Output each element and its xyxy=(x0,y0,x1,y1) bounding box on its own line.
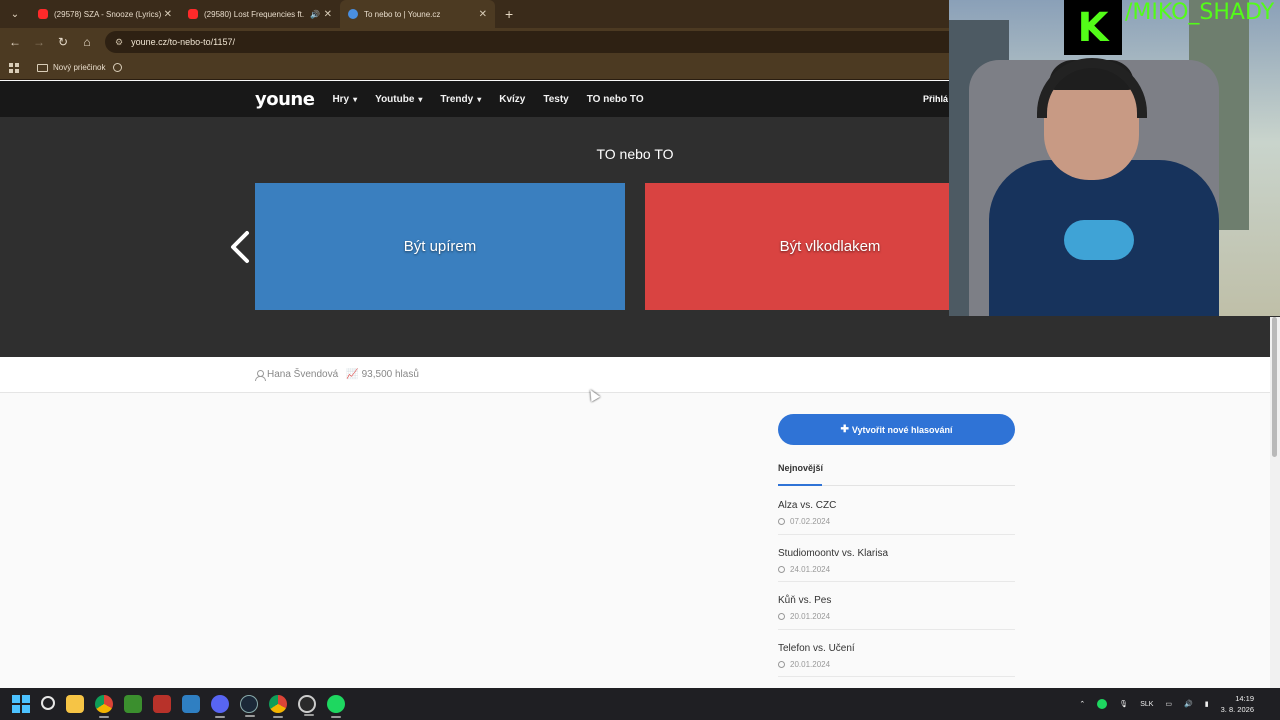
list-item-date: 07.02.2024 xyxy=(790,517,831,526)
list-item-date: 20.01.2024 xyxy=(790,612,831,621)
close-tab-icon[interactable]: ✕ xyxy=(479,9,487,20)
spotify-tray-icon[interactable] xyxy=(1097,699,1108,709)
webcam-overlay: K /MIKO_SHADY xyxy=(949,0,1280,316)
forward-arrow-icon[interactable]: → xyxy=(27,35,51,49)
list-item[interactable]: Telefon vs. Učení 20.01.2024 xyxy=(778,630,1015,677)
apps-grid-icon[interactable] xyxy=(9,62,19,73)
home-icon[interactable]: ⌂ xyxy=(75,35,99,49)
clock-icon xyxy=(778,613,785,620)
obs-icon[interactable] xyxy=(298,695,316,716)
scrollbar-thumb[interactable] xyxy=(1272,317,1277,457)
list-item-title[interactable]: Alza vs. CZC xyxy=(778,500,1015,511)
url-text: youne.cz/to-nebo-to/1157/ xyxy=(131,37,235,47)
clock-time: 14:19 xyxy=(1235,694,1254,703)
list-item-title[interactable]: Kůň vs. Pes xyxy=(778,595,1015,606)
nav-item-kvizy[interactable]: Kvízy xyxy=(499,94,525,105)
nav-item-youtube[interactable]: Youtube ▾ xyxy=(375,94,422,105)
clock-icon xyxy=(778,660,785,668)
trend-chart-icon: 📈 xyxy=(346,369,359,380)
list-item[interactable]: Kůň vs. Pes 20.01.2024 xyxy=(778,582,1015,630)
photos-app-icon[interactable] xyxy=(182,695,200,713)
folder-icon xyxy=(37,63,48,72)
clock[interactable]: 14:19 3. 8. 2026 xyxy=(1221,693,1254,715)
nav-item-hry[interactable]: Hry ▾ xyxy=(332,94,357,105)
youne-icon xyxy=(348,9,358,19)
site-settings-icon[interactable]: ⚙ xyxy=(115,37,123,48)
chevron-down-icon: ▾ xyxy=(418,94,423,104)
chevron-down-icon: ▾ xyxy=(477,94,482,104)
clock-icon xyxy=(778,518,785,525)
tab-search-chevron-icon[interactable]: ⌄ xyxy=(6,5,24,23)
list-item-title[interactable]: Studiomoontv vs. Klarisa xyxy=(778,548,1015,559)
windows-start-icon[interactable] xyxy=(12,695,30,713)
chevron-up-icon[interactable]: ⌃ xyxy=(1079,700,1085,708)
page-scrollbar[interactable] xyxy=(1270,317,1280,688)
back-arrow-icon[interactable]: ← xyxy=(3,35,27,49)
plus-icon: ✚ xyxy=(840,424,849,435)
jersey-logo xyxy=(1064,220,1134,260)
nav-item-testy[interactable]: Testy xyxy=(543,94,568,105)
taskbar: ⌃ 🎙 SLK ▭ 🔊 ▮ 14:19 3. 8. 2026 xyxy=(0,688,1280,720)
list-item[interactable]: Alza vs. CZC 07.02.2024 xyxy=(778,487,1015,535)
chrome-profile-icon[interactable] xyxy=(269,695,287,718)
browser-tab-2[interactable]: (29580) Lost Frequencies ft. 🔊 ✕ xyxy=(180,0,340,28)
list-item-date: 20.01.2024 xyxy=(790,659,831,669)
microphone-icon[interactable]: 🎙 xyxy=(1119,700,1128,708)
bookmark-folder[interactable]: Nový priečinok xyxy=(37,63,105,72)
list-item-date: 24.01.2024 xyxy=(790,564,831,574)
discord-icon[interactable] xyxy=(211,695,229,718)
new-tab-button[interactable]: + xyxy=(505,6,513,22)
newest-list: Alza vs. CZC 07.02.2024 Studiomoontv vs.… xyxy=(778,487,1015,677)
poll-meta: Hana Švendová 📈 93,500 hlasů xyxy=(0,357,1270,393)
display-icon[interactable]: ▭ xyxy=(1165,700,1172,708)
kick-logo: K xyxy=(1064,0,1122,55)
author-name[interactable]: Hana Švendová xyxy=(267,369,338,380)
reload-icon[interactable]: ↻ xyxy=(51,35,75,49)
chevron-left-icon[interactable] xyxy=(229,230,251,264)
site-logo[interactable]: youne xyxy=(255,89,315,110)
list-item-title[interactable]: Telefon vs. Učení xyxy=(778,643,1015,654)
globe-icon[interactable] xyxy=(113,63,123,72)
close-tab-icon[interactable]: ✕ xyxy=(164,9,172,20)
clock-date: 3. 8. 2026 xyxy=(1220,705,1254,714)
browser-tab-3[interactable]: To nebo to | Youne.cz ✕ xyxy=(340,0,495,28)
steam-icon[interactable] xyxy=(240,695,258,717)
tab-newest[interactable]: Nejnovější xyxy=(778,463,823,473)
create-poll-button[interactable]: ✚ Vytvořit nové hlasování xyxy=(778,414,1015,445)
close-tab-icon[interactable]: ✕ xyxy=(324,9,332,20)
youtube-icon xyxy=(38,9,48,19)
chrome-icon[interactable] xyxy=(95,695,113,718)
language-indicator[interactable]: SLK xyxy=(1140,701,1153,708)
browser-tab-1[interactable]: (29578) SZA - Snooze (Lyrics) - ✕ xyxy=(30,0,180,28)
spotify-icon[interactable] xyxy=(327,695,345,718)
tab-active-indicator xyxy=(778,484,822,486)
bookmark-folder-label: Nový priečinok xyxy=(53,63,106,72)
clock-icon xyxy=(778,565,785,573)
video-app-icon[interactable] xyxy=(153,695,171,713)
login-link[interactable]: Přihlá xyxy=(923,94,948,104)
list-item[interactable]: Studiomoontv vs. Klarisa 24.01.2024 xyxy=(778,535,1015,582)
nav-item-trendy[interactable]: Trendy ▾ xyxy=(440,94,481,105)
volume-icon[interactable]: 🔊 xyxy=(1184,700,1193,708)
nav-item-to-nebo-to[interactable]: TO nebo TO xyxy=(587,94,644,105)
option-a-button[interactable]: Být upírem xyxy=(255,183,625,310)
search-icon[interactable] xyxy=(41,696,55,710)
editor-app-icon[interactable] xyxy=(124,695,142,713)
speaker-icon[interactable]: 🔊 xyxy=(310,10,320,19)
system-tray: ⌃ 🎙 SLK ▭ 🔊 ▮ 14:19 3. 8. 2026 xyxy=(1079,688,1280,720)
user-icon xyxy=(255,369,266,381)
youtube-icon xyxy=(188,9,198,19)
file-explorer-icon[interactable] xyxy=(66,695,84,713)
streamer-name: /MIKO_SHADY xyxy=(1125,0,1275,25)
vote-count: 93,500 hlasů xyxy=(361,369,419,380)
battery-icon[interactable]: ▮ xyxy=(1205,700,1209,708)
chevron-down-icon: ▾ xyxy=(353,94,358,104)
